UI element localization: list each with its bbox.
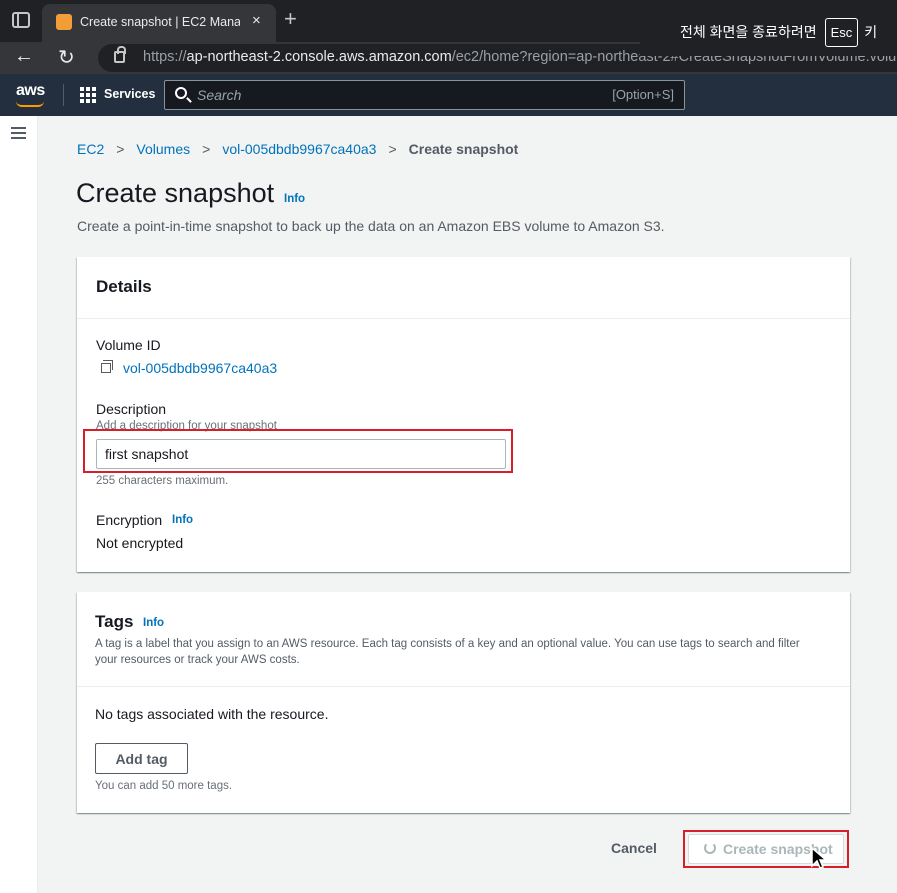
- breadcrumb-volumes[interactable]: Volumes: [136, 141, 190, 157]
- tags-limit-text: You can add 50 more tags.: [95, 780, 233, 792]
- url-scheme: https://: [143, 49, 187, 65]
- aws-logo[interactable]: aws: [16, 82, 45, 100]
- services-menu-button[interactable]: Services: [104, 87, 155, 101]
- chevron-right-icon: >: [202, 141, 211, 157]
- back-arrow-icon[interactable]: ←: [14, 45, 34, 68]
- add-tag-button[interactable]: Add tag: [95, 743, 188, 774]
- fullscreen-exit-notice: 전체 화면을 종료하려면 Esc 키: [640, 8, 897, 56]
- description-constraint: 255 characters maximum.: [96, 475, 229, 487]
- encryption-label: Encryption: [96, 512, 163, 528]
- encryption-value: Not encrypted: [96, 535, 184, 551]
- esc-key-badge: Esc: [824, 17, 859, 47]
- aws-favicon-icon: [56, 14, 72, 30]
- new-tab-icon[interactable]: +: [284, 6, 297, 32]
- volume-id-label: Volume ID: [96, 337, 161, 353]
- url-host: ap-northeast-2.console.aws.amazon.com: [186, 49, 452, 65]
- reload-icon[interactable]: ↻: [58, 45, 75, 70]
- services-grid-icon[interactable]: [80, 87, 96, 103]
- fullscreen-notice-trail: 키: [864, 24, 878, 40]
- copy-icon[interactable]: [101, 360, 113, 373]
- tags-info-link[interactable]: Info: [143, 617, 164, 629]
- browser-tab-active[interactable]: Create snapshot | EC2 Manage ×: [42, 4, 276, 42]
- breadcrumb: EC2 > Volumes > vol-005dbdb9967ca40a3 > …: [77, 141, 518, 157]
- hamburger-menu-icon[interactable]: [11, 127, 26, 139]
- search-icon: [175, 87, 187, 99]
- tags-heading: Tags: [95, 612, 134, 631]
- tab-close-icon[interactable]: ×: [252, 12, 261, 29]
- description-label: Description: [96, 401, 167, 417]
- description-highlight: [83, 429, 513, 473]
- tags-panel: Tags Info A tag is a label that you assi…: [77, 592, 850, 813]
- tab-actions-icon[interactable]: [12, 12, 30, 28]
- fullscreen-notice-text: 전체 화면을 종료하려면: [680, 24, 817, 40]
- unified-search-box[interactable]: [Option+S]: [164, 80, 685, 110]
- chevron-right-icon: >: [388, 141, 397, 157]
- lock-icon[interactable]: [114, 46, 126, 63]
- tags-panel-header: Tags Info A tag is a label that you assi…: [77, 592, 850, 687]
- breadcrumb-volume-id[interactable]: vol-005dbdb9967ca40a3: [222, 141, 376, 157]
- mouse-cursor-icon: [811, 846, 829, 869]
- cancel-button[interactable]: Cancel: [604, 836, 664, 860]
- details-panel: Details Volume ID vol-005dbdb9967ca40a3 …: [77, 257, 850, 572]
- page-title: Create snapshot: [76, 178, 275, 208]
- nav-divider: [63, 84, 64, 106]
- tab-title: Create snapshot | EC2 Manage: [80, 15, 240, 29]
- encryption-info-link[interactable]: Info: [172, 514, 193, 526]
- details-heading: Details: [96, 277, 152, 296]
- details-panel-header: Details: [77, 257, 850, 319]
- page-info-link[interactable]: Info: [284, 193, 305, 205]
- tags-description: A tag is a label that you assign to an A…: [95, 638, 800, 666]
- volume-id-link[interactable]: vol-005dbdb9967ca40a3: [123, 360, 277, 376]
- page-description: Create a point-in-time snapshot to back …: [77, 218, 665, 234]
- chevron-right-icon: >: [116, 141, 125, 157]
- aws-logo-smile-icon: [16, 101, 44, 107]
- breadcrumb-ec2[interactable]: EC2: [77, 141, 104, 157]
- search-shortcut-hint: [Option+S]: [612, 87, 674, 102]
- side-navigation-collapsed: [0, 116, 38, 893]
- search-input[interactable]: [197, 85, 577, 105]
- aws-top-nav: aws Services [Option+S]: [0, 74, 897, 116]
- breadcrumb-current: Create snapshot: [408, 141, 519, 157]
- tags-empty-text: No tags associated with the resource.: [95, 706, 329, 722]
